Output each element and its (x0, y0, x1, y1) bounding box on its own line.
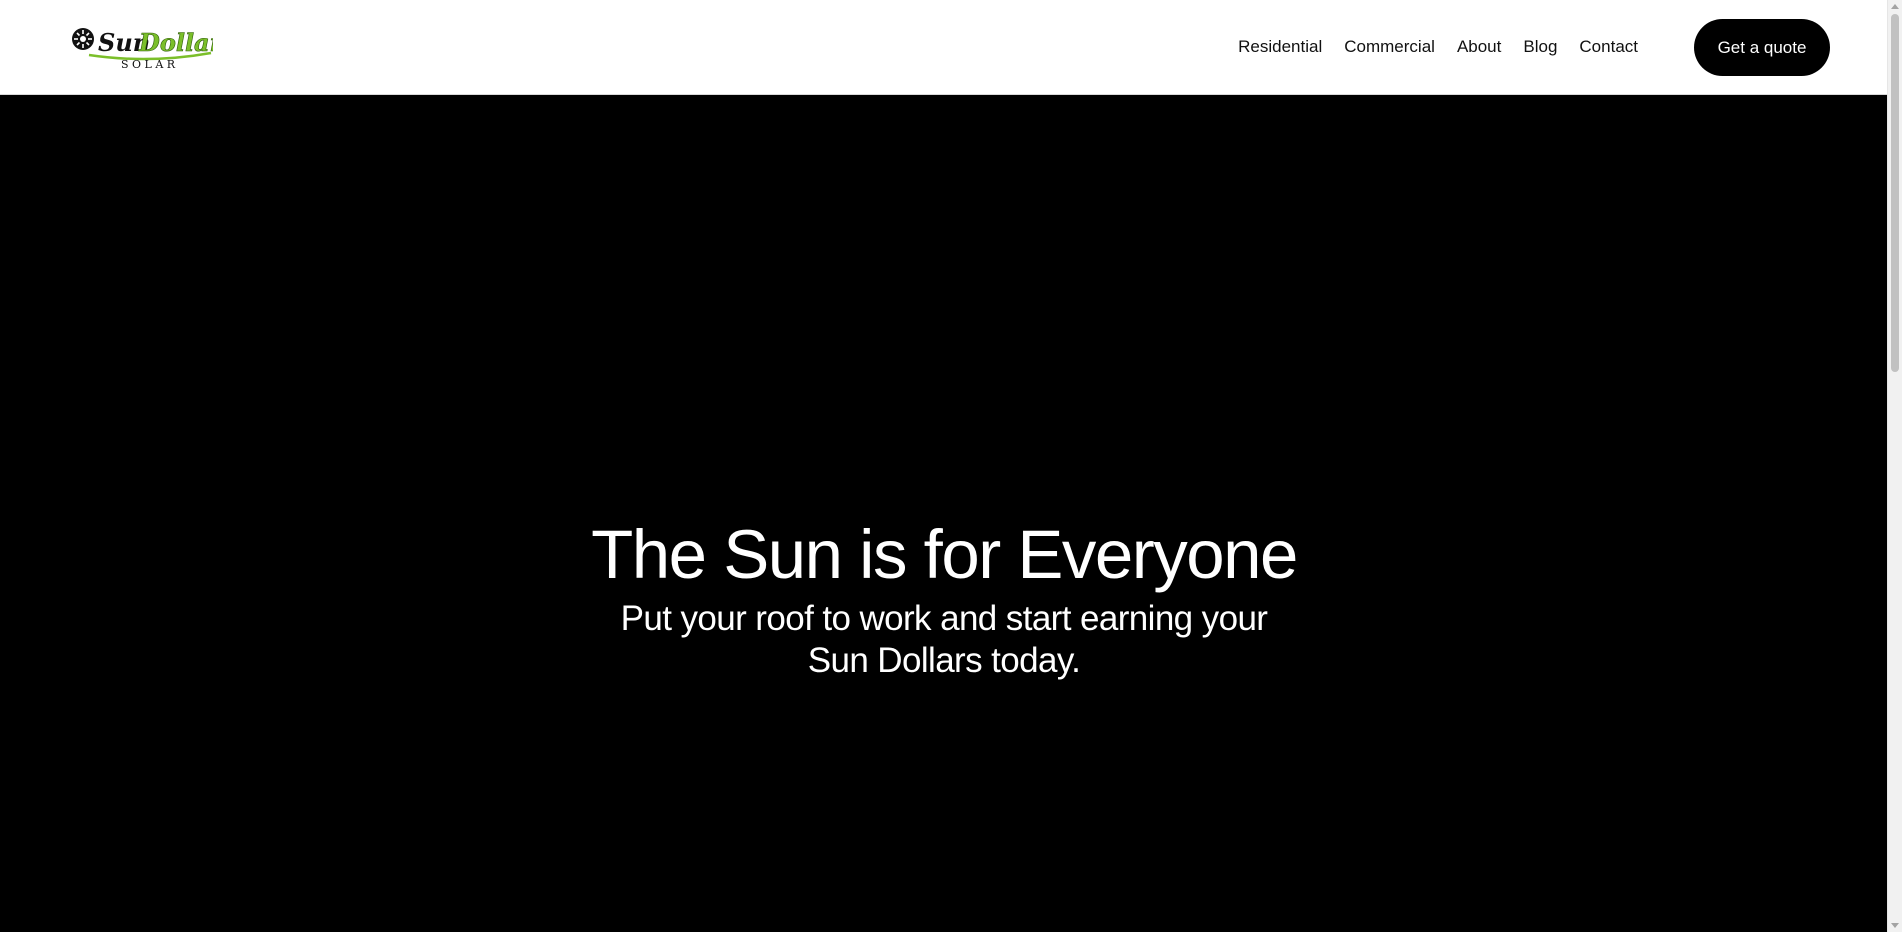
main-nav: Residential Commercial About Blog Contac… (1238, 36, 1638, 58)
logo-word-solar: SOLAR (121, 58, 179, 70)
hero-title: The Sun is for Everyone (591, 516, 1298, 593)
nav-item-blog[interactable]: Blog (1523, 36, 1557, 58)
hero-section: The Sun is for Everyone Put your roof to… (0, 95, 1888, 932)
nav-item-residential[interactable]: Residential (1238, 36, 1322, 58)
sun-icon (72, 28, 94, 50)
site-header: Sun Dollar SOLAR Residential Commercial … (0, 0, 1888, 95)
logo-word-dollar: Dollar (138, 28, 213, 57)
nav-item-contact[interactable]: Contact (1579, 36, 1638, 58)
scrollbar-thumb[interactable] (1891, 14, 1899, 372)
get-a-quote-button[interactable]: Get a quote (1694, 19, 1830, 76)
hero-subtitle: Put your roof to work and start earning … (0, 598, 1888, 682)
nav-item-about[interactable]: About (1457, 36, 1501, 58)
hero-subtitle-line-1: Put your roof to work and start earning … (620, 599, 1268, 638)
page: Sun Dollar SOLAR Residential Commercial … (0, 0, 1902, 932)
scroll-up-arrow-icon[interactable] (1891, 4, 1899, 9)
nav-item-commercial[interactable]: Commercial (1344, 36, 1435, 58)
hero-subtitle-line-2: Sun Dollars today. (807, 641, 1081, 680)
sundollar-solar-logo[interactable]: Sun Dollar SOLAR (71, 22, 213, 70)
vertical-scrollbar[interactable] (1887, 0, 1902, 932)
scroll-down-arrow-icon[interactable] (1891, 923, 1899, 928)
